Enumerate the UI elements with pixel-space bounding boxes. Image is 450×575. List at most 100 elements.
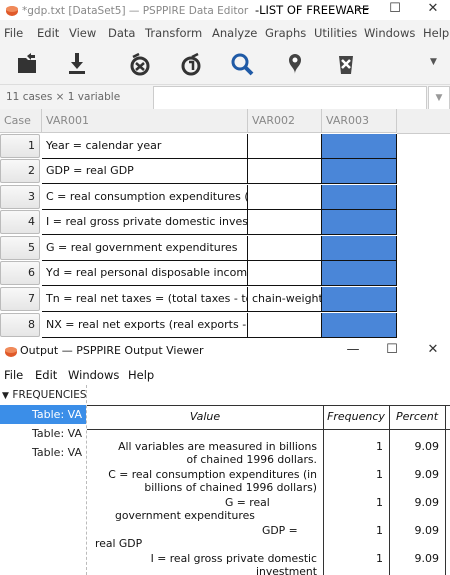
row-header[interactable]: 1 — [0, 134, 40, 158]
menu-data[interactable]: Data — [108, 26, 135, 40]
column-header-var001[interactable]: VAR001 — [42, 109, 248, 133]
column-divider — [389, 405, 390, 575]
row-header[interactable]: 8 — [0, 313, 40, 337]
cell-value-input[interactable] — [153, 86, 427, 110]
column-divider — [445, 405, 446, 575]
frequency-cell: 1 — [376, 552, 383, 565]
close-button[interactable]: ✕ — [416, 0, 450, 20]
menu-utilities[interactable]: Utilities — [314, 26, 357, 40]
frequency-cell: 1 — [376, 496, 383, 509]
header-frequency: Frequency — [327, 410, 385, 423]
data-editor-window: *gdp.txt [DataSet5] — PSPPIRE Data Edito… — [0, 0, 450, 338]
column-header-var003[interactable]: VAR003 — [322, 109, 397, 133]
percent-cell: 9.09 — [414, 440, 440, 453]
row-header[interactable]: 4 — [0, 210, 40, 234]
frequency-cell: 1 — [376, 468, 383, 481]
header-percent: Percent — [395, 410, 439, 423]
cell-var001[interactable]: Year = calendar year — [42, 134, 248, 159]
percent-cell: 9.09 — [414, 496, 440, 509]
cell-var003[interactable] — [322, 313, 397, 338]
menu-edit[interactable]: Edit — [35, 368, 57, 382]
row-header[interactable]: 5 — [0, 236, 40, 260]
cell-var002[interactable] — [248, 134, 322, 159]
value-cell: I = real gross private domestic investme… — [150, 552, 317, 575]
editor-titlebar: *gdp.txt [DataSet5] — PSPPIRE Data Edito… — [0, 0, 450, 20]
case-info-bar: 11 cases × 1 variable ▼ — [0, 84, 450, 110]
percent-cell: 9.09 — [414, 552, 440, 565]
maximize-button[interactable]: ☐ — [375, 341, 409, 361]
menu-analyze[interactable]: Analyze — [212, 26, 257, 40]
close-button[interactable]: ✕ — [416, 341, 450, 361]
cell-var003[interactable] — [322, 236, 397, 261]
toolbar-overflow-chevron-icon[interactable]: ▼ — [430, 57, 437, 67]
row-header[interactable]: 6 — [0, 261, 40, 285]
search-icon[interactable] — [228, 50, 256, 78]
cell-var001[interactable]: Tn = real net taxes = (total taxes - tot… — [42, 287, 248, 312]
frequency-cell: 1 — [376, 440, 383, 453]
chevron-down-icon[interactable]: ▼ — [428, 86, 450, 110]
goto-case-icon[interactable] — [126, 50, 154, 78]
data-grid: Case VAR001 VAR002 VAR003 1 Year = calen… — [0, 109, 450, 338]
column-header-case: Case — [0, 109, 42, 133]
delete-variable-icon[interactable] — [332, 50, 360, 78]
minimize-button[interactable]: — — [336, 341, 370, 361]
save-download-icon[interactable] — [63, 50, 91, 78]
menu-windows[interactable]: Windows — [364, 26, 415, 40]
column-header-var002[interactable]: VAR002 — [248, 109, 322, 133]
row-header[interactable]: 7 — [0, 287, 40, 311]
cell-var001[interactable]: C = real consumption expenditures (in l — [42, 185, 248, 210]
chevron-down-icon[interactable]: ▼ — [2, 391, 9, 401]
editor-toolbar: ▼ — [0, 44, 450, 84]
cell-var003[interactable] — [322, 185, 397, 210]
percent-cell: 9.09 — [414, 524, 440, 537]
menu-file[interactable]: File — [4, 368, 23, 382]
cell-var003[interactable] — [322, 287, 397, 312]
tree-item-table[interactable]: Table: VA — [0, 424, 86, 443]
cell-var003[interactable] — [322, 261, 397, 286]
menu-file[interactable]: File — [4, 26, 23, 40]
cell-var002[interactable] — [248, 261, 322, 286]
value-cell: G = real government expenditures — [115, 496, 270, 522]
cell-var001[interactable]: I = real gross private domestic investm — [42, 210, 248, 235]
menu-help[interactable]: Help — [423, 26, 449, 40]
cell-var003[interactable] — [322, 210, 397, 235]
percent-cell: 9.09 — [414, 468, 440, 481]
cell-var002[interactable] — [248, 236, 322, 261]
cell-var003[interactable] — [322, 159, 397, 184]
cell-var001[interactable]: NX = real net exports (real exports - re — [42, 313, 248, 338]
frequency-cell: 1 — [376, 524, 383, 537]
insert-case-icon[interactable] — [281, 50, 309, 78]
goto-variable-icon[interactable] — [177, 50, 205, 78]
output-titlebar: Output — PSPPIRE Output Viewer — ☐ ✕ — [0, 338, 450, 364]
cell-var003[interactable] — [322, 134, 397, 159]
tree-root-frequencies[interactable]: ▼ FREQUENCIES — [0, 385, 86, 404]
row-header[interactable]: 2 — [0, 159, 40, 183]
menu-transform[interactable]: Transform — [145, 26, 202, 40]
cell-var001[interactable]: G = real government expenditures — [42, 236, 248, 261]
psppire-app-icon — [5, 347, 17, 357]
tree-item-table[interactable]: Table: VA — [0, 405, 86, 424]
cell-var001[interactable]: Yd = real personal disposable income — [42, 261, 248, 286]
menu-view[interactable]: View — [69, 26, 96, 40]
menu-windows[interactable]: Windows — [68, 368, 119, 382]
header-filler — [397, 109, 450, 134]
menu-graphs[interactable]: Graphs — [265, 26, 306, 40]
case-count-label: 11 cases × 1 variable — [6, 91, 121, 103]
column-divider — [323, 405, 324, 575]
cell-var002[interactable] — [248, 210, 322, 235]
maximize-button[interactable]: ☐ — [378, 0, 412, 20]
open-file-icon[interactable] — [13, 50, 41, 78]
psppire-app-icon — [6, 6, 18, 16]
tree-item-table[interactable]: Table: VA — [0, 443, 86, 462]
cell-var002[interactable] — [248, 185, 322, 210]
cell-var002[interactable] — [248, 159, 322, 184]
row-header[interactable]: 3 — [0, 185, 40, 209]
cell-var002[interactable] — [248, 313, 322, 338]
menu-help[interactable]: Help — [128, 368, 154, 382]
value-cell: GDP = real GDP — [95, 524, 298, 550]
cell-var002[interactable]: chain-weight — [248, 287, 322, 312]
minimize-button[interactable]: — — [346, 0, 380, 20]
editor-title: *gdp.txt [DataSet5] — PSPPIRE Data Edito… — [22, 3, 370, 17]
menu-edit[interactable]: Edit — [37, 26, 59, 40]
cell-var001[interactable]: GDP = real GDP — [42, 159, 248, 184]
